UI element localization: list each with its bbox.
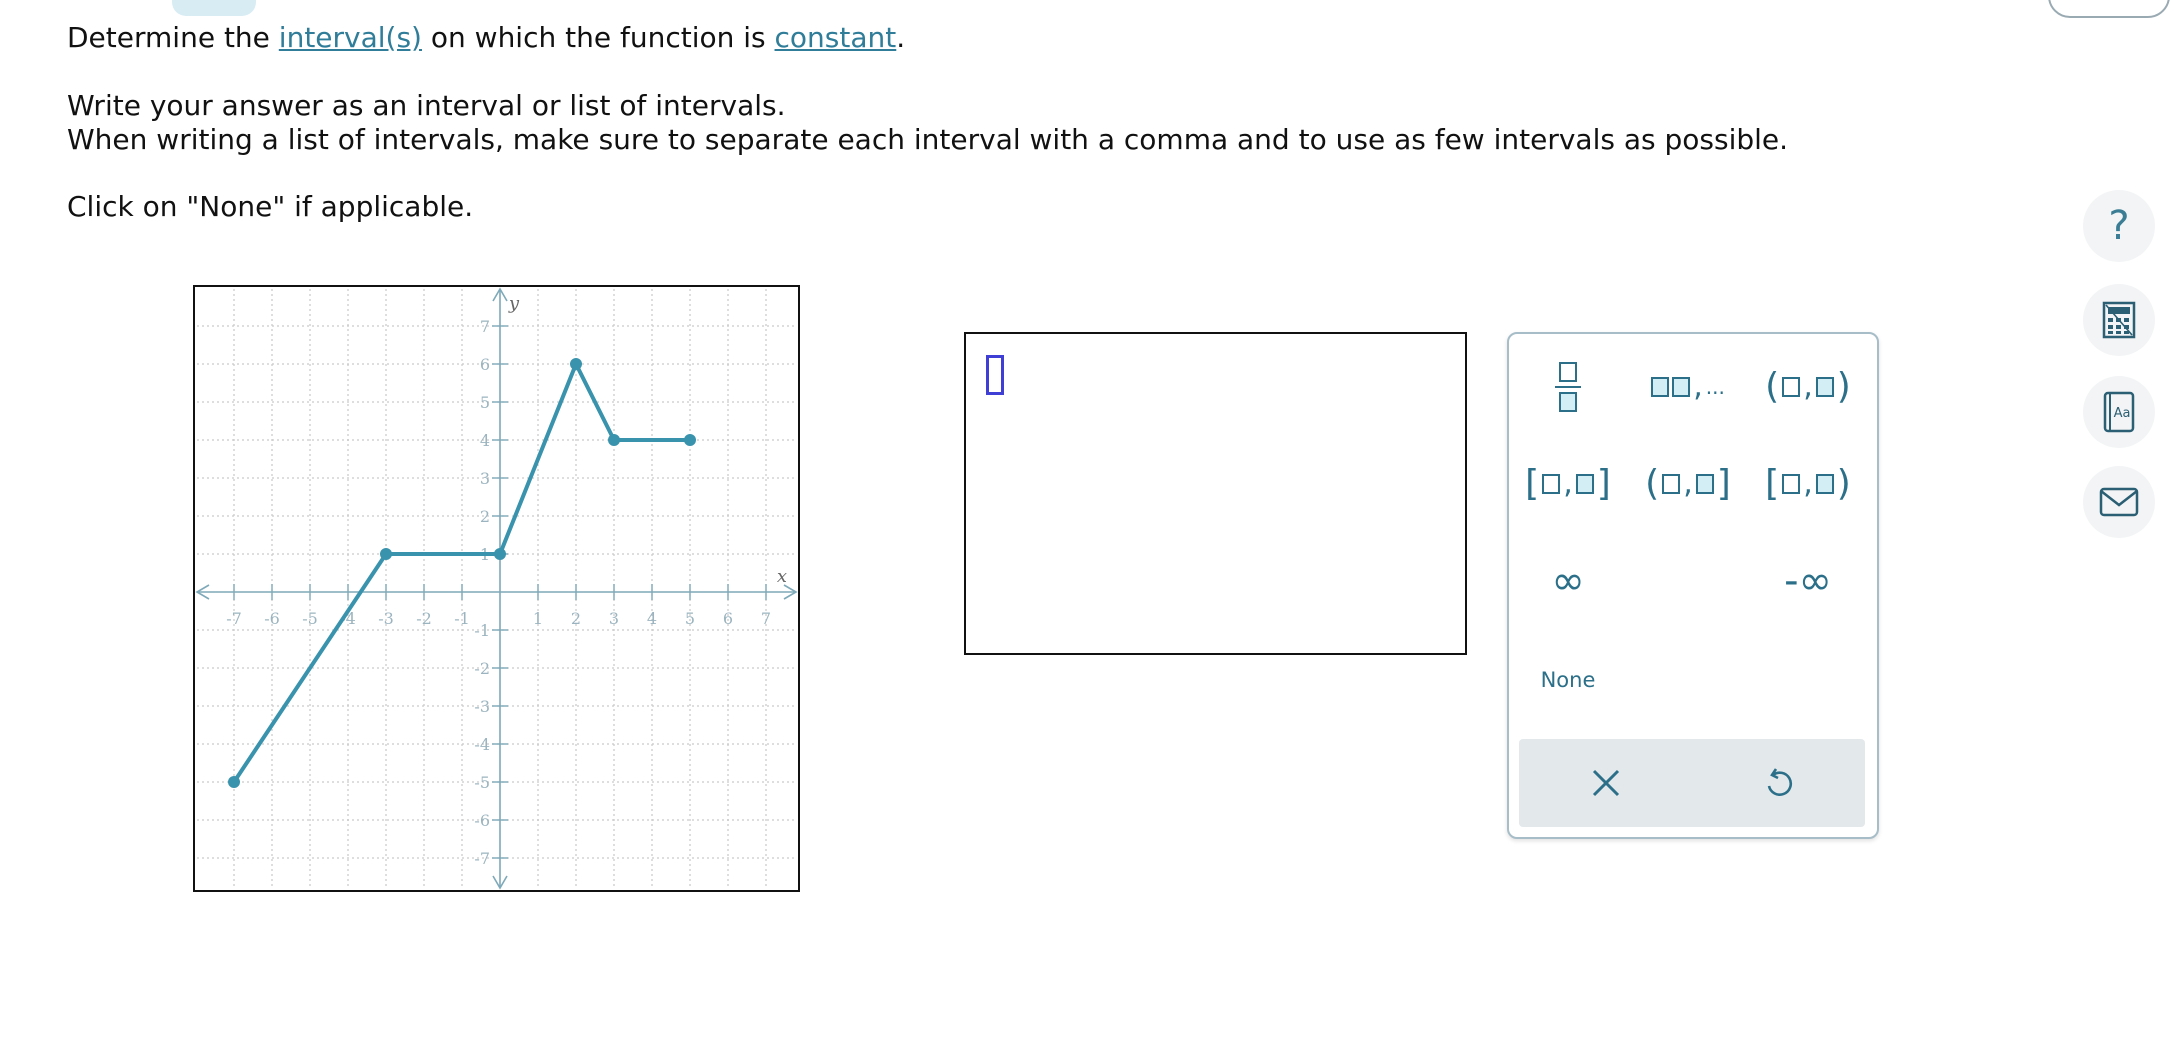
function-point: [570, 358, 582, 370]
x-tick-label: -3: [378, 609, 394, 628]
function-point: [494, 548, 506, 560]
x-tick-label: 1: [533, 609, 543, 628]
x-tick-label: -1: [454, 609, 470, 628]
previous-button[interactable]: [172, 0, 256, 16]
instruction-line-2: When writing a list of intervals, make s…: [67, 123, 1789, 156]
y-tick-label: 4: [480, 431, 490, 450]
answer-cursor: [986, 355, 1004, 395]
y-tick-label: -7: [474, 849, 490, 868]
espanol-button[interactable]: [2048, 0, 2170, 18]
math-keypad: ,... (,) [,] (,] [,) ∞ -∞ None: [1507, 332, 1879, 839]
x-tick-label: -7: [226, 609, 242, 628]
negative-infinity-button[interactable]: -∞: [1753, 549, 1863, 613]
y-tick-label: -4: [474, 735, 490, 754]
y-tick-label: -5: [474, 773, 490, 792]
question-line-1: Determine the interval(s) on which the f…: [67, 21, 905, 55]
question-text: Determine the: [67, 21, 279, 54]
function-point: [608, 434, 620, 446]
negative-infinity-symbol: -∞: [1784, 558, 1832, 604]
instruction-none: Click on "None" if applicable.: [67, 190, 474, 223]
question-text: .: [896, 21, 906, 54]
answer-input[interactable]: [964, 332, 1467, 655]
x-tick-label: 7: [761, 609, 771, 628]
y-tick-label: 2: [480, 507, 490, 526]
undo-icon: [1767, 768, 1792, 796]
function-point: [684, 434, 696, 446]
y-tick-label: 3: [480, 469, 490, 488]
calculator-icon: [2102, 301, 2136, 339]
x-tick-label: -5: [302, 609, 318, 628]
x-tick-label: 5: [685, 609, 695, 628]
graph-frame: [193, 285, 800, 892]
clear-button[interactable]: [1519, 739, 1692, 827]
fraction-button[interactable]: [1513, 355, 1623, 419]
instruction-line-1: Write your answer as an interval or list…: [67, 89, 786, 122]
x-tick-label: -6: [264, 609, 280, 628]
y-tick-label: -1: [474, 621, 490, 640]
keypad-action-tray: [1519, 739, 1865, 827]
none-label: None: [1540, 668, 1596, 692]
y-tick-label: -6: [474, 811, 490, 830]
help-icon: ?: [2108, 203, 2130, 249]
question-text: on which the function is: [421, 21, 775, 54]
y-tick-label: -2: [474, 659, 490, 678]
y-axis-label: y: [508, 293, 520, 314]
calculator-button[interactable]: [2083, 284, 2155, 356]
y-tick-label: 7: [480, 317, 490, 336]
infinity-symbol: ∞: [1551, 558, 1585, 604]
open-open-interval-button[interactable]: (,): [1753, 355, 1863, 419]
closed-open-interval-button[interactable]: [,): [1753, 452, 1863, 516]
list-button[interactable]: ,...: [1633, 355, 1743, 419]
fraction-icon: [1555, 362, 1581, 412]
none-button[interactable]: None: [1513, 648, 1623, 712]
x-axis-label: x: [777, 566, 787, 587]
graph-svg: -7 -6 -5 -4 -3 -2 -1 1 2 3 4 5 6 77654321-1-2-3-4-5-6…: [193, 285, 800, 892]
closed-closed-interval-button[interactable]: [,]: [1513, 452, 1623, 516]
undo-button[interactable]: [1692, 739, 1865, 827]
x-tick-label: 4: [647, 609, 657, 628]
y-tick-label: 5: [480, 393, 490, 412]
mail-icon: [2099, 487, 2139, 517]
close-icon: [1592, 769, 1619, 797]
svg-text:Aa: Aa: [2114, 406, 2131, 421]
x-tick-label: 6: [723, 609, 733, 628]
dictionary-icon: Aa: [2103, 391, 2135, 433]
function-point: [228, 776, 240, 788]
dictionary-button[interactable]: Aa: [2083, 376, 2155, 448]
interval-link[interactable]: interval(s): [279, 21, 422, 54]
y-tick-label: -3: [474, 697, 490, 716]
x-tick-label: 3: [609, 609, 619, 628]
x-tick-label: -2: [416, 609, 432, 628]
function-point: [380, 548, 392, 560]
function-graph: -7 -6 -5 -4 -3 -2 -1 1 2 3 4 5 6 7 7 6 5 4 3 2 1 -1 -2 -3 -4 -5 -6…: [193, 285, 800, 892]
constant-link[interactable]: constant: [775, 21, 897, 54]
help-button[interactable]: ?: [2083, 190, 2155, 262]
message-button[interactable]: [2083, 466, 2155, 538]
list-icon: ,...: [1651, 372, 1725, 402]
y-tick-label: 6: [480, 355, 490, 374]
infinity-button[interactable]: ∞: [1513, 549, 1623, 613]
x-tick-label: 2: [571, 609, 581, 628]
open-closed-interval-button[interactable]: (,]: [1633, 452, 1743, 516]
